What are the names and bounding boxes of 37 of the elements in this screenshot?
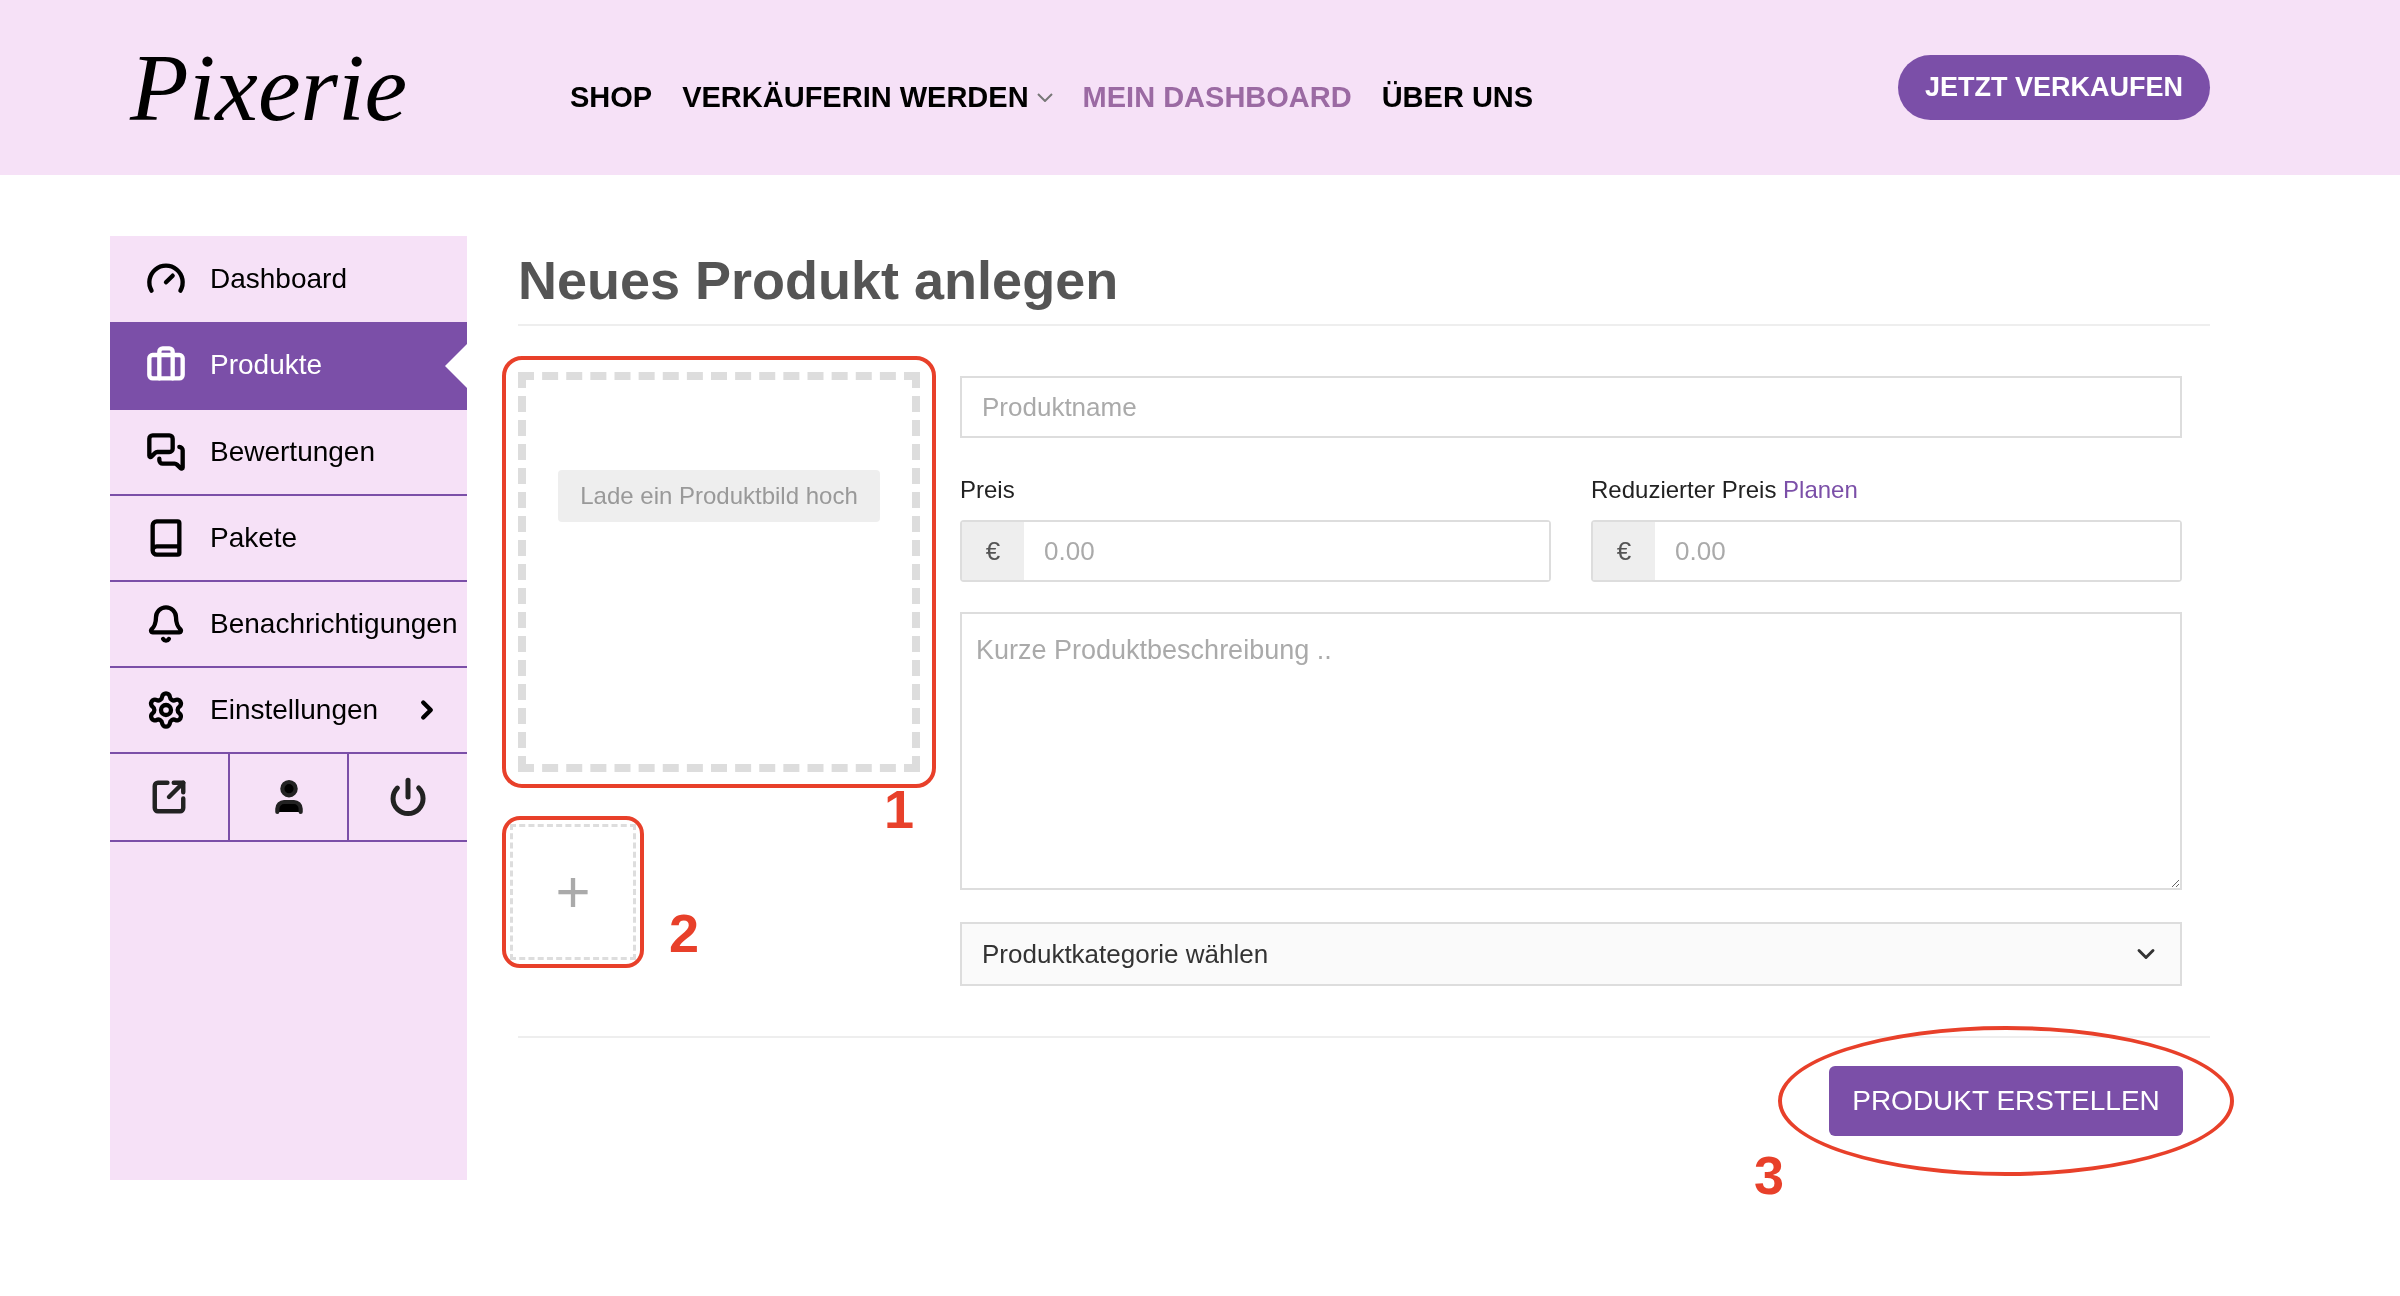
sidebar-label: Produkte: [210, 348, 323, 382]
selection-pointer: [445, 344, 467, 388]
sidebar-label: Dashboard: [210, 262, 347, 296]
nav-link[interactable]: ÜBER UNS: [1381, 75, 1534, 120]
bell-icon: [146, 604, 186, 644]
price-field[interactable]: € 0.00: [1591, 520, 2182, 582]
settings-icon: [146, 690, 186, 730]
sidebar-item[interactable]: Benachrichtigungen: [110, 580, 467, 666]
sidebar-label: Pakete: [210, 521, 298, 555]
description-field[interactable]: Kurze Produktbeschreibung ..: [960, 612, 2182, 890]
currency-label: €: [962, 522, 1024, 580]
sidebar-item[interactable]: Produkte: [110, 322, 467, 408]
page-title: Neues Produkt anlegen: [518, 248, 1120, 312]
field-label: Preis: [960, 476, 1015, 503]
sidebar-label: Benachrichtigungen: [210, 607, 458, 641]
sidebar-label: Bewertungen: [210, 435, 375, 469]
annotation-number: 2: [668, 902, 699, 965]
annotation-number: 1: [883, 778, 914, 841]
sidebar-item[interactable]: Einstellungen: [110, 666, 467, 752]
sell-now-button[interactable]: JETZT VERKAUFEN: [1898, 55, 2210, 120]
sidebar-item[interactable]: Dashboard: [110, 236, 467, 322]
logo[interactable]: Pixerie: [130, 39, 570, 136]
nav-link[interactable]: VERKÄUFERIN WERDEN: [682, 75, 1053, 120]
select-text: Produktkategorie wählen: [982, 937, 1269, 971]
sidebar-item[interactable]: Bewertungen: [110, 408, 467, 494]
sidebar-label: Einstellungen: [210, 693, 379, 727]
nav-link[interactable]: SHOP: [570, 75, 653, 120]
schedule-link[interactable]: Planen: [1783, 476, 1858, 503]
chat-bubbles-icon: [146, 432, 186, 472]
sidebar-item[interactable]: Pakete: [110, 494, 467, 580]
annotation-number: 3: [1754, 1144, 1785, 1207]
currency-label: €: [1593, 522, 1655, 580]
field-label: Reduzierter Preis: [1591, 476, 1777, 503]
price-field[interactable]: € 0.00: [960, 520, 1551, 582]
category-select[interactable]: Produktkategorie wählen: [960, 922, 2182, 986]
create-product-button[interactable]: PRODUKT ERSTELLEN: [1829, 1066, 2183, 1136]
product-name-field[interactable]: Produktname: [960, 376, 2182, 438]
